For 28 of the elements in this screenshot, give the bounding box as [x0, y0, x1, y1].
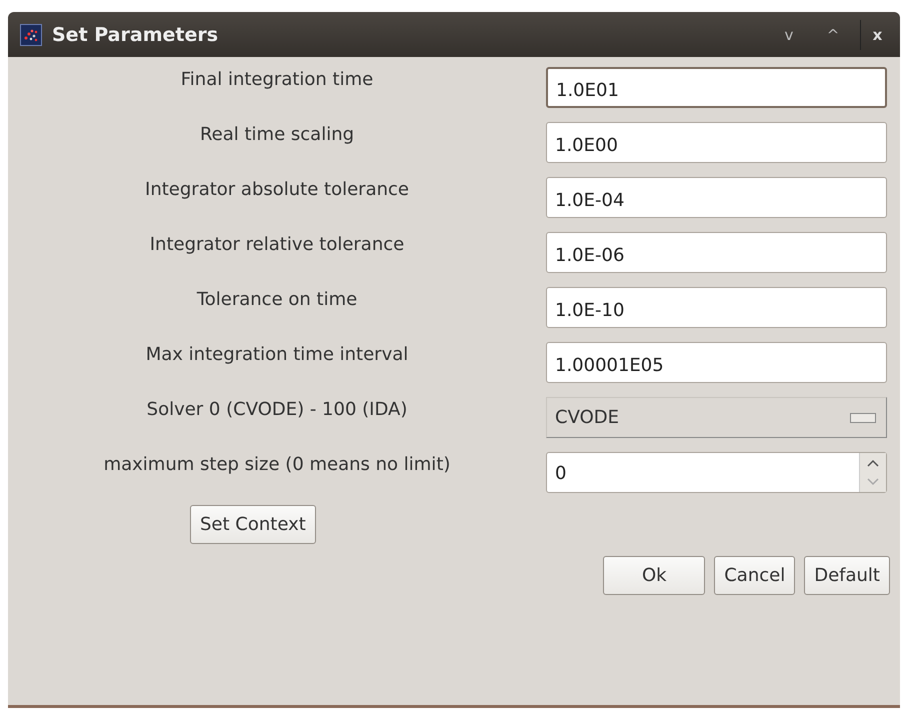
input-field[interactable]: 1.0E01 — [546, 67, 887, 108]
parameter-label: Max integration time interval — [144, 343, 410, 365]
spinner-field[interactable]: 0 — [546, 452, 887, 493]
dialog-button[interactable]: Cancel — [714, 556, 796, 595]
set-context-button[interactable]: Set Context — [190, 505, 316, 544]
app-icon — [20, 24, 42, 46]
input-field[interactable]: 1.0E-10 — [546, 287, 887, 328]
parameter-label: Real time scaling — [198, 123, 356, 145]
parameter-label: maximum step size (0 means no limit) — [102, 453, 452, 475]
spinner-value: 0 — [554, 462, 568, 486]
parameter-label: Tolerance on time — [196, 288, 358, 310]
input-field[interactable]: 1.0E00 — [546, 122, 887, 163]
input-field[interactable]: 1.0E-06 — [546, 232, 887, 273]
maximize-button[interactable]: ^ — [816, 20, 850, 50]
input-field[interactable]: 1.00001E05 — [546, 342, 887, 383]
parameter-label: Integrator relative tolerance — [148, 233, 406, 255]
minimize-button[interactable]: v — [772, 20, 806, 50]
parameter-label: Integrator absolute tolerance — [144, 178, 410, 200]
window-title: Set Parameters — [52, 24, 218, 46]
input-field[interactable]: 1.0E-04 — [546, 177, 887, 218]
dialog-button[interactable]: Default — [804, 556, 890, 595]
dialog-button[interactable]: Ok — [603, 556, 706, 595]
parameter-label: Solver 0 (CVODE) - 100 (IDA) — [146, 398, 408, 420]
dropdown-value: CVODE — [555, 407, 619, 428]
close-button[interactable]: x — [860, 20, 894, 50]
dropdown-indicator-icon — [850, 412, 876, 422]
solver-dropdown[interactable]: CVODE — [546, 397, 887, 438]
parameter-label: Final integration time — [180, 68, 374, 90]
